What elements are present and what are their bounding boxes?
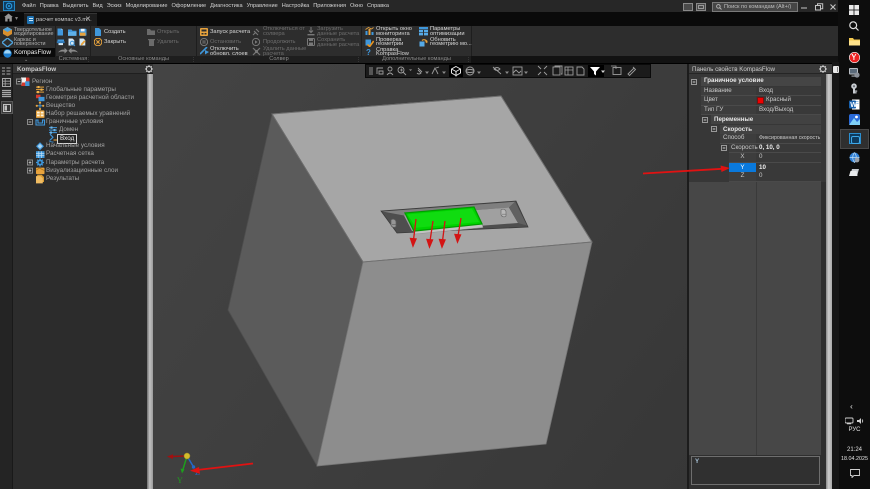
svg-text:Z: Z: [195, 468, 200, 477]
svg-text:W: W: [850, 102, 857, 109]
svg-text:Y: Y: [177, 476, 183, 485]
